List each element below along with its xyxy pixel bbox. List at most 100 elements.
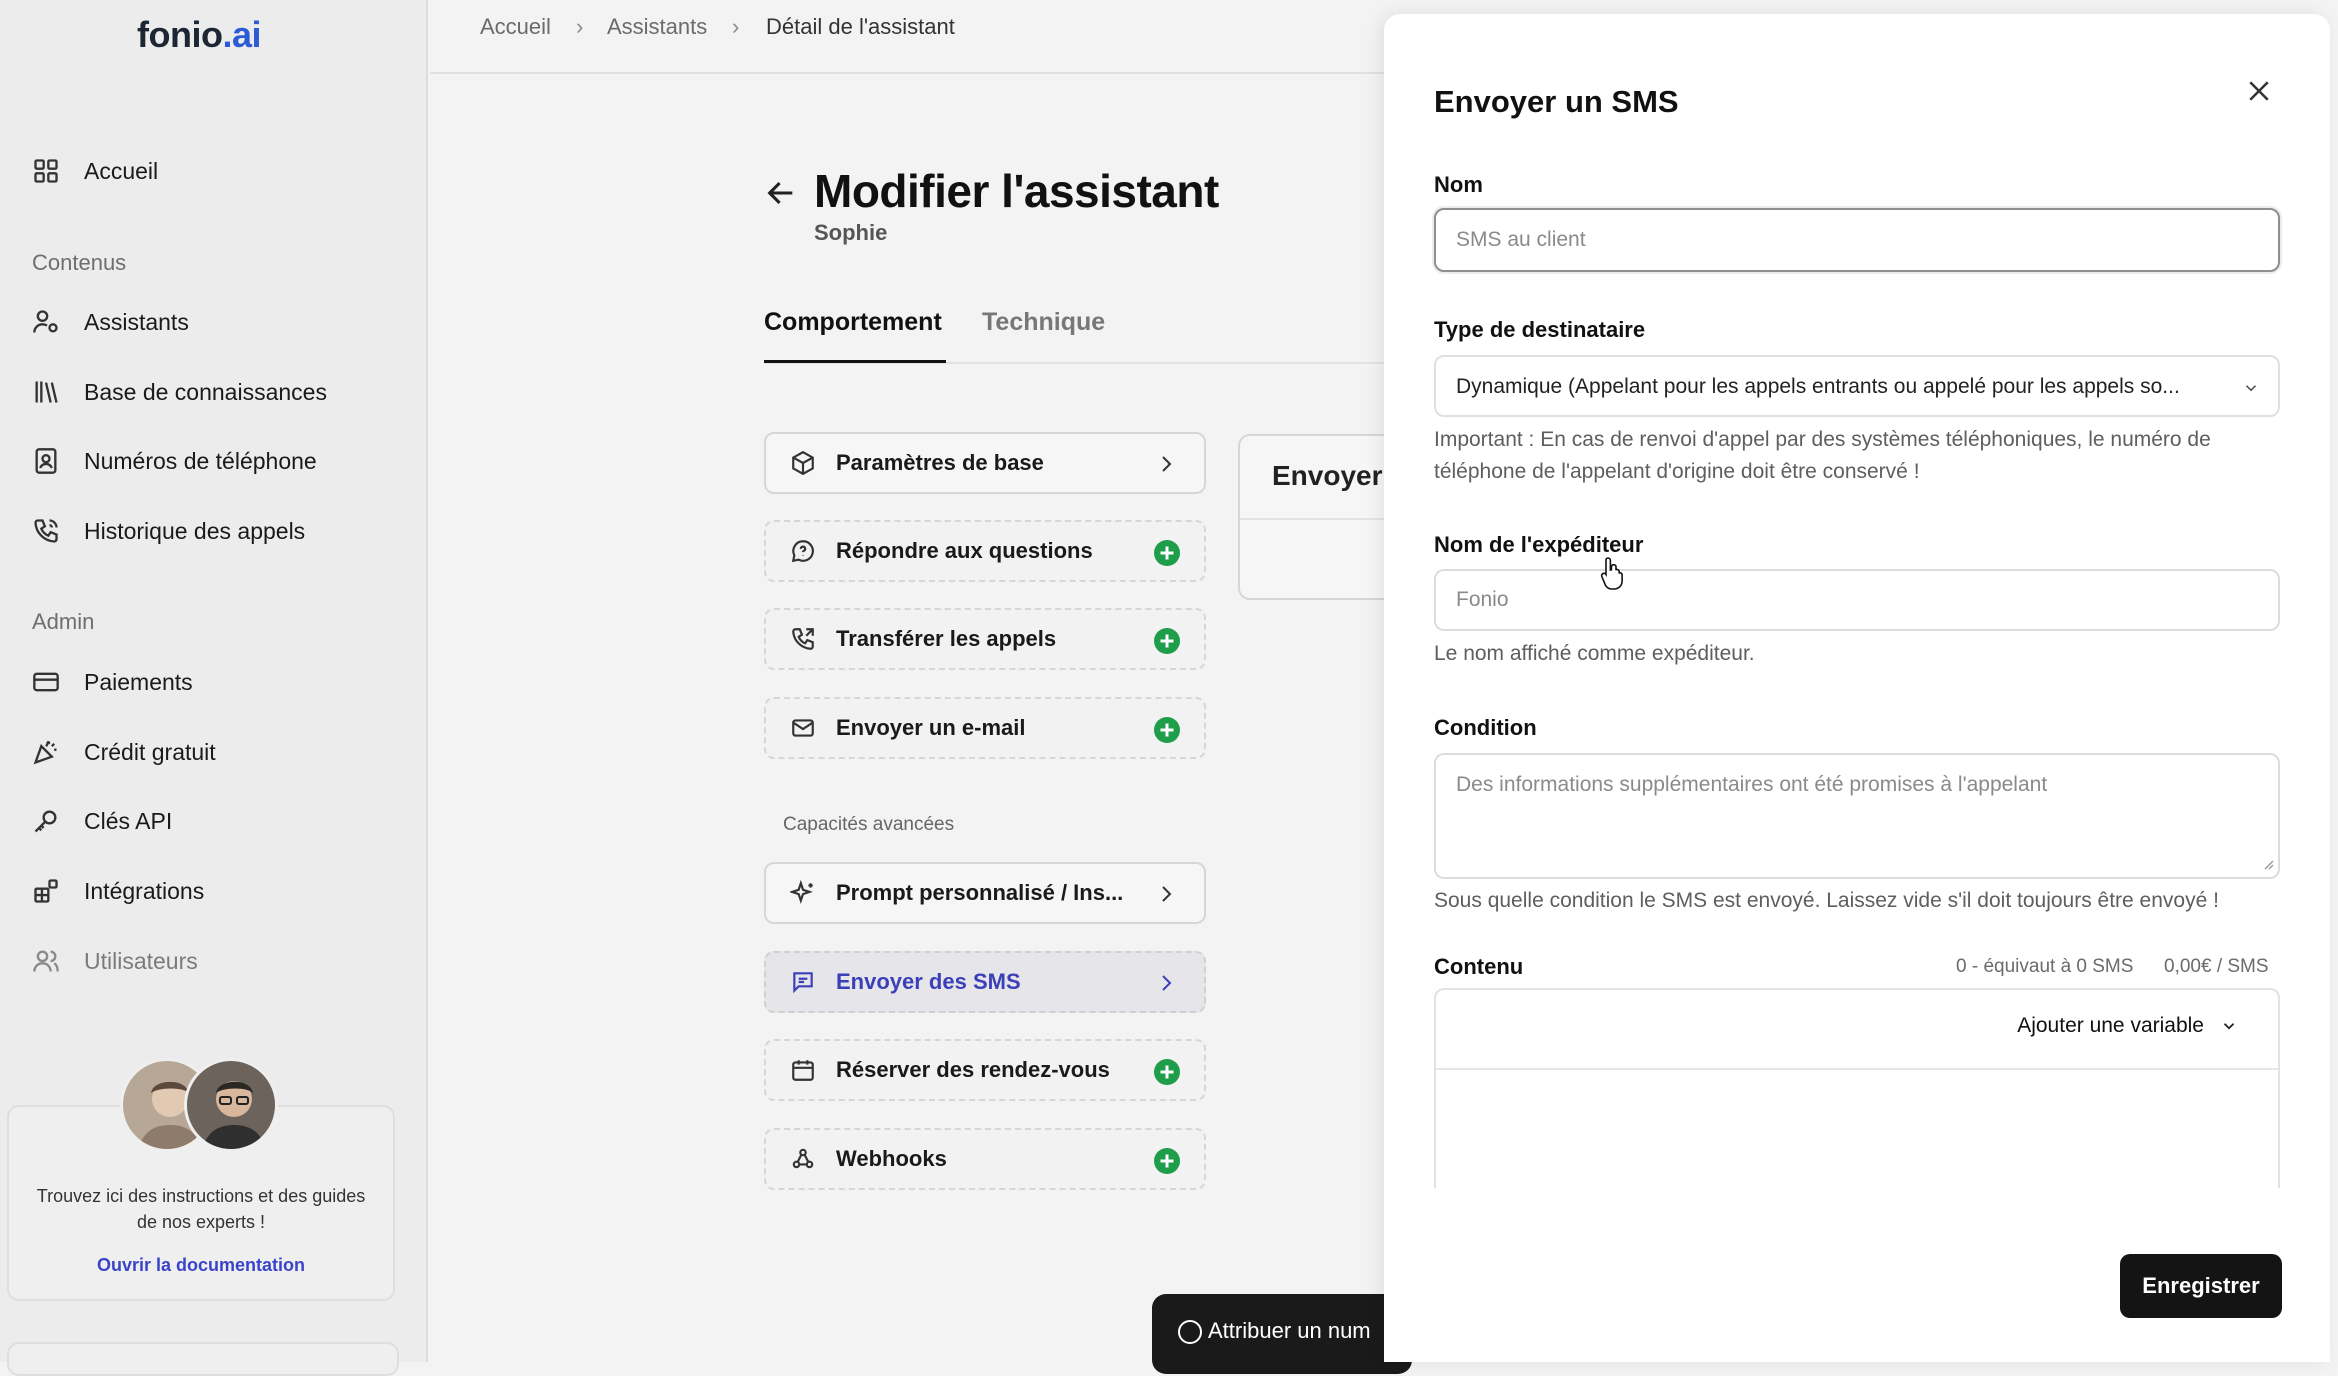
chevron-right-icon xyxy=(1162,886,1172,902)
capability-webhooks[interactable]: Webhooks xyxy=(764,1128,1206,1190)
sidebar-item-label: Clés API xyxy=(84,807,173,834)
recipient-type-value: Dynamique (Appelant pour les appels entr… xyxy=(1456,375,2180,398)
phone-forward-icon xyxy=(792,628,814,650)
chevron-right-icon xyxy=(1162,456,1172,472)
capability-custom-prompt[interactable]: Prompt personnalisé / Ins... xyxy=(764,862,1206,924)
sender-name-hint: Le nom affiché comme expéditeur. xyxy=(1434,642,1755,665)
capability-label: Envoyer des SMS xyxy=(836,969,1021,994)
mail-icon xyxy=(792,719,814,737)
capability-transfer-calls[interactable]: Transférer les appels xyxy=(764,608,1206,670)
name-input[interactable] xyxy=(1434,208,2280,272)
save-button[interactable]: Enregistrer xyxy=(2120,1254,2282,1318)
capability-label: Transférer les appels xyxy=(836,626,1057,651)
sidebar-item-label: Historique des appels xyxy=(84,517,306,544)
sender-name-label: Nom de l'expéditeur xyxy=(1434,532,1644,557)
assistant-name: Sophie xyxy=(814,220,888,245)
chevron-right-icon: › xyxy=(732,14,740,39)
assign-number-label: Attribuer un num xyxy=(1208,1318,1371,1343)
sidebar-item-users[interactable]: Utilisateurs xyxy=(32,941,198,981)
tab-technical[interactable]: Technique xyxy=(982,308,1105,337)
breadcrumb-item-home[interactable]: Accueil xyxy=(480,14,551,40)
contact-card-icon xyxy=(35,448,57,474)
resize-handle-icon[interactable] xyxy=(2262,858,2274,870)
sidebar-item-integrations[interactable]: Intégrations xyxy=(32,871,204,911)
recipient-type-select[interactable]: Dynamique (Appelant pour les appels entr… xyxy=(1434,355,2280,417)
sidebar-item-label: Assistants xyxy=(84,308,189,335)
expert-avatars xyxy=(120,1058,280,1154)
library-icon xyxy=(35,381,58,403)
capability-book-appointments[interactable]: Réserver des rendez-vous xyxy=(764,1039,1206,1101)
capability-send-sms[interactable]: Envoyer des SMS xyxy=(764,951,1206,1013)
sparkles-icon xyxy=(790,880,813,905)
sidebar-item-payments[interactable]: Paiements xyxy=(32,662,193,702)
sidebar-item-assistants[interactable]: Assistants xyxy=(32,302,189,342)
capability-label: Envoyer un e-mail xyxy=(836,715,1026,740)
capability-basic-settings[interactable]: Paramètres de base xyxy=(764,432,1206,494)
sidebar-item-label: Paiements xyxy=(84,668,193,695)
sidebar-item-phone-numbers[interactable]: Numéros de téléphone xyxy=(32,441,317,481)
hand-cursor-icon xyxy=(1600,557,1623,590)
recipient-type-hint: Important : En cas de renvoi d'appel par… xyxy=(1434,428,2211,483)
add-plus-icon[interactable] xyxy=(1154,540,1180,566)
sidebar-item-label: Crédit gratuit xyxy=(84,738,216,765)
recipient-type-label: Type de destinataire xyxy=(1434,317,1646,342)
add-variable-label: Ajouter une variable xyxy=(2017,1014,2204,1037)
close-icon[interactable] xyxy=(2244,76,2274,106)
credit-card-icon xyxy=(33,672,59,692)
user-gear-icon xyxy=(33,310,58,333)
chevron-down-icon xyxy=(2223,1023,2235,1030)
webhook-icon xyxy=(792,1148,814,1169)
sidebar-item-label: Accueil xyxy=(84,157,159,184)
chevron-right-icon xyxy=(1162,975,1172,991)
add-plus-icon[interactable] xyxy=(1154,1148,1180,1174)
page-title: Modifier l'assistant xyxy=(814,165,1219,217)
condition-label: Condition xyxy=(1434,715,1537,740)
assign-number-button[interactable]: Attribuer un num xyxy=(1152,1294,1412,1374)
sidebar-item-api-keys[interactable]: Clés API xyxy=(32,801,172,841)
add-plus-icon[interactable] xyxy=(1154,1059,1180,1085)
sidebar-item-label: Base de connaissances xyxy=(84,378,327,405)
capability-label: Répondre aux questions xyxy=(836,538,1093,563)
sms-detail-card-title: Envoyer xyxy=(1272,460,1383,491)
tab-behavior[interactable]: Comportement xyxy=(764,308,942,337)
sidebar-item-knowledge-base[interactable]: Base de connaissances xyxy=(32,372,327,412)
add-plus-icon[interactable] xyxy=(1154,717,1180,743)
content-editor[interactable]: Ajouter une variable xyxy=(1434,988,2280,1188)
key-icon xyxy=(34,810,57,833)
sidebar-item-free-credit[interactable]: Crédit gratuit xyxy=(32,732,216,772)
sidebar-section-content: Contenus xyxy=(32,250,127,275)
sender-name-input[interactable] xyxy=(1434,569,2280,631)
chevron-right-icon: › xyxy=(576,14,584,39)
sidebar-footer-card[interactable] xyxy=(7,1342,399,1376)
avatar xyxy=(184,1058,278,1152)
add-plus-icon[interactable] xyxy=(1154,628,1180,654)
calendar-icon xyxy=(792,1060,814,1081)
capability-send-email[interactable]: Envoyer un e-mail xyxy=(764,697,1206,759)
app-logo[interactable]: fonio.ai xyxy=(137,14,261,56)
sidebar-item-call-history[interactable]: Historique des appels xyxy=(32,511,305,551)
editor-toolbar-divider xyxy=(1436,1068,2278,1070)
condition-textarea[interactable] xyxy=(1434,753,2280,879)
sms-count: 0 - équivaut à 0 SMS xyxy=(1956,956,2134,977)
sidebar: fonio.ai Accueil Contenus Assistants Bas… xyxy=(0,0,428,1376)
message-icon xyxy=(793,972,813,994)
breadcrumb-item-assistants[interactable]: Assistants xyxy=(607,14,707,40)
help-text: Trouvez ici des instructions et des guid… xyxy=(36,1186,366,1232)
content-label: Contenu xyxy=(1434,954,1524,979)
cube-icon xyxy=(792,450,814,476)
chevron-down-icon xyxy=(2245,385,2257,392)
sidebar-item-home[interactable]: Accueil xyxy=(32,151,158,191)
back-arrow-icon[interactable] xyxy=(764,176,798,210)
add-variable-dropdown[interactable]: Ajouter une variable xyxy=(2017,1014,2238,1038)
active-tab-indicator xyxy=(764,360,946,363)
capability-label: Paramètres de base xyxy=(836,450,1044,475)
phone-history-icon xyxy=(34,519,58,543)
grid-icon xyxy=(34,159,58,183)
capability-answer-questions[interactable]: Répondre aux questions xyxy=(764,520,1206,582)
sidebar-item-label: Utilisateurs xyxy=(84,947,198,974)
documentation-link[interactable]: Ouvrir la documentation xyxy=(9,1255,393,1276)
breadcrumb: Accueil › Assistants › Détail de l'assis… xyxy=(430,0,1390,74)
integrations-icon xyxy=(34,879,58,903)
advanced-capabilities-label: Capacités avancées xyxy=(783,814,955,835)
capability-label: Réserver des rendez-vous xyxy=(836,1057,1110,1082)
